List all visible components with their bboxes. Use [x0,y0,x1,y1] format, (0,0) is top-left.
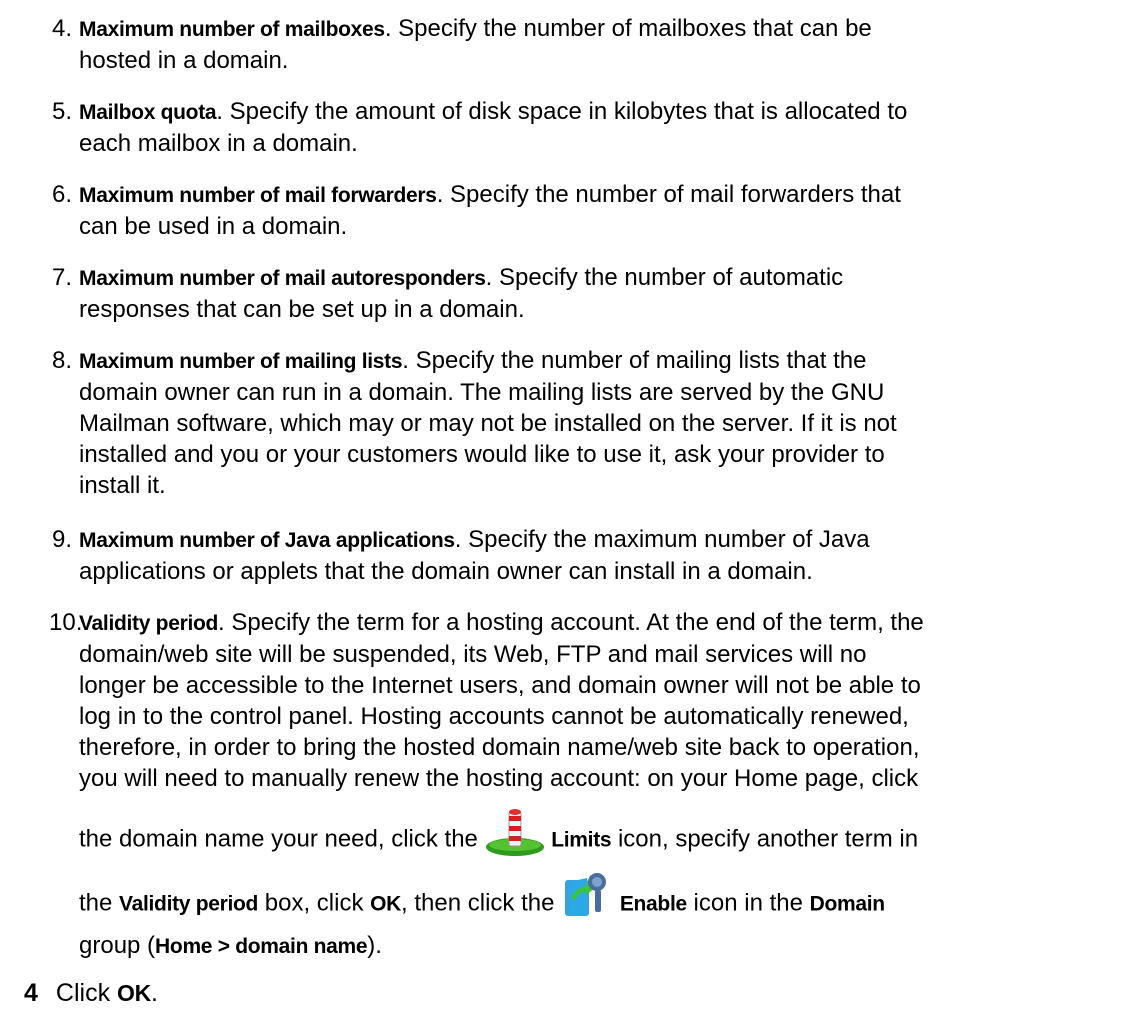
path-line: group (Home > domain name). [79,932,382,959]
item-text: Specify the number of mail forwarders th… [450,181,901,208]
item-number: 8. [52,347,73,374]
limits-icon-graphic [485,809,544,856]
item-number: 10. [49,609,83,636]
list-item-4: 4. Maximum number of mailboxes. Specify … [52,13,1119,76]
enable-icon [561,868,613,920]
list-item-7: 7. Maximum number of mail autoresponders… [52,262,1119,325]
item-text: Specify the number of automatic [499,264,844,291]
item-term: Maximum number of mail forwarders [79,184,437,207]
limits-icon [485,808,545,856]
item-term: Maximum number of mail autoresponders [79,267,486,290]
item-term: Validity period [79,612,219,635]
item-term: Mailbox quota [79,101,217,124]
item-text: hosted in a domain. [79,47,289,74]
enable-icon-graphic [565,873,607,916]
item-text: Specify the number of mailboxes that can… [398,15,872,42]
item-text: Specify the number of mailing lists that… [415,347,867,374]
item-text: Specify the maximum number of Java [468,526,870,553]
item-text: therefore, in order to bring the hosted … [79,734,920,761]
item-text: Specify the term for a hosting account. … [231,609,924,636]
item-number: 4. [52,15,73,42]
step-4: 4 Click OK. [24,979,158,1007]
list-item-10: 10. Validity period. Specify the term fo… [49,607,1119,962]
item-term: Maximum number of mailboxes [79,18,385,41]
ok-term: OK [117,980,151,1006]
item-term: Maximum number of Java applications [79,529,455,552]
step-number: 4 [24,979,38,1007]
item-number: 6. [52,181,73,208]
item-term: Maximum number of mailing lists [79,350,403,373]
list-item-6: 6. Maximum number of mail forwarders. Sp… [52,179,1119,242]
item-text: applications or applets that the domain … [79,558,813,585]
item-text: each mailbox in a domain. [79,130,358,157]
item-text: longer be accessible to the Internet use… [79,672,921,699]
item-text: domain owner can run in a domain. The ma… [79,379,885,406]
item-text: Mailman software, which may or may not b… [79,410,897,437]
item-text: installed and you or your customers woul… [79,441,885,468]
item-text: install it. [79,472,166,499]
list-item-9: 9. Maximum number of Java applications. … [52,524,1119,587]
item-text: you will need to manually renew the host… [79,765,919,792]
limits-line: the domain name your need, click the Lim… [79,809,1119,864]
item-number: 7. [52,264,73,291]
list-item-8: 8. Maximum number of mailing lists. Spec… [52,345,1119,501]
item-number: 5. [52,98,73,125]
list-item-5: 5. Mailbox quota. Specify the amount of … [52,96,1119,159]
item-text: Specify the amount of disk space in kilo… [229,98,908,125]
item-text: domain/web site will be suspended, its W… [79,641,867,668]
item-text: responses that can be set up in a domain… [79,296,525,323]
step-text: Click [55,979,111,1007]
item-text: log in to the control panel. Hosting acc… [79,703,909,730]
enable-line: the Validity period box, click OK, then … [79,873,1119,930]
item-text: can be used in a domain. [79,213,348,240]
item-number: 9. [52,526,73,553]
